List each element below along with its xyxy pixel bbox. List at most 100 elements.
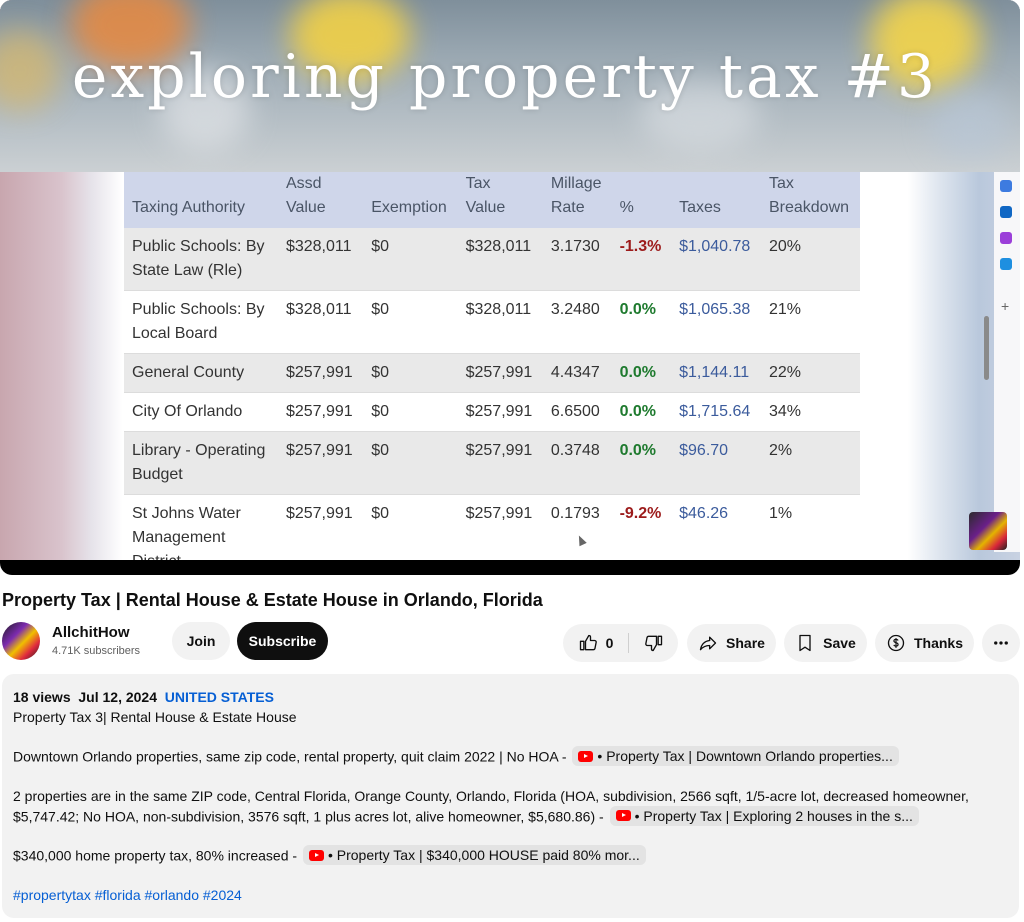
table-cell: $257,991	[277, 353, 364, 393]
banner-title: exploring property tax #3	[71, 42, 939, 112]
description-paragraph: 2 properties are in the same ZIP code, C…	[13, 786, 1008, 827]
video-player[interactable]: exploring property tax #3 Taxing Authori…	[0, 0, 1020, 575]
thanks-label: Thanks	[913, 635, 963, 651]
more-actions-button[interactable]	[982, 624, 1020, 662]
hashtags[interactable]: #propertytax #florida #orlando #2024	[13, 885, 1008, 905]
browser-sidebar: +	[994, 172, 1020, 552]
send-icon	[1000, 258, 1012, 270]
view-count: 18 views	[13, 689, 71, 705]
linked-video-chip[interactable]: • Property Tax | Downtown Orlando proper…	[572, 746, 899, 766]
chip-label: • Property Tax | Exploring 2 houses in t…	[634, 807, 913, 824]
chip-label: • Property Tax | $340,000 HOUSE paid 80%…	[327, 847, 640, 863]
description-box[interactable]: 18 views Jul 12, 2024 UNITED STATES Prop…	[2, 674, 1019, 918]
linked-video-chip[interactable]: • Property Tax | Exploring 2 houses in t…	[609, 805, 919, 826]
channel-name[interactable]: AllchitHow	[52, 624, 130, 641]
table-header-row: Taxing Authority Assd Value Exemption Tax Val…	[124, 172, 860, 228]
table-cell: $0	[363, 431, 458, 495]
table-row: Public Schools: By State Law (Rle) $328,01…	[124, 228, 860, 291]
table-cell: $328,011	[277, 228, 364, 291]
table-cell: Public Schools: By Local Board	[124, 290, 278, 354]
share-button[interactable]: Share	[687, 624, 776, 662]
upload-date: Jul 12, 2024	[78, 689, 158, 705]
youtube-icon	[578, 750, 594, 762]
avatar[interactable]	[2, 622, 40, 660]
table-row: General County $257,991 $0 $257,991 4.4347 0.…	[124, 353, 860, 393]
chip-label: • Property Tax | Downtown Orlando proper…	[597, 748, 893, 764]
table-cell: General County	[124, 353, 278, 393]
description-line: Property Tax 3| Rental House & Estate Ho…	[13, 709, 297, 725]
table-cell: $96.70	[671, 431, 761, 495]
table-cell: 0.1793	[542, 494, 612, 560]
table-cell: $1,715.64	[671, 392, 761, 432]
plus-icon: +	[1001, 298, 1010, 314]
table-cell: 3.1730	[542, 228, 612, 291]
location-link[interactable]: UNITED STATES	[165, 689, 274, 705]
table-cell: 21%	[760, 290, 860, 354]
description-paragraph: Downtown Orlando properties, same zip co…	[13, 746, 1008, 767]
subscribe-button[interactable]: Subscribe	[237, 622, 328, 660]
table-header-cell: Assd Value	[277, 172, 364, 228]
table-cell: 3.2480	[542, 290, 612, 354]
youtube-icon	[308, 849, 324, 861]
table-row: Public Schools: By Local Board $328,011 $0 $…	[124, 290, 860, 354]
bookmark-icon	[799, 634, 811, 652]
table-cell: $0	[363, 290, 458, 354]
scrollbar-thumb	[984, 316, 989, 380]
video-banner: exploring property tax #3	[0, 0, 1020, 172]
designer-icon	[1000, 232, 1012, 244]
description-text: Downtown Orlando properties, same zip co…	[13, 748, 567, 765]
table-cell: 0.0%	[611, 392, 672, 432]
table-cell: $257,991	[277, 431, 364, 495]
table-cell: $328,011	[457, 228, 543, 291]
copilot-icon	[1000, 180, 1012, 192]
table-cell: $328,011	[277, 290, 364, 354]
table-cell: $0	[363, 353, 458, 393]
table-cell: 22%	[760, 353, 860, 393]
table-cell: 2%	[760, 431, 860, 495]
channel-watermark	[969, 512, 1007, 550]
like-button[interactable]: 0	[563, 624, 628, 662]
table-cell: $257,991	[457, 353, 543, 393]
table-cell: $328,011	[457, 290, 543, 354]
subscribe-label: Subscribe	[248, 633, 317, 649]
subscriber-count: 4.71K subscribers	[52, 645, 141, 657]
table-header-cell: Millage Rate	[542, 172, 612, 228]
table-cell: $0	[363, 392, 458, 432]
video-frame[interactable]: exploring property tax #3 Taxing Authori…	[0, 0, 1020, 560]
table-cell: $257,991	[457, 494, 543, 560]
thumbs-down-icon	[644, 635, 662, 652]
table-header-cell: %	[611, 172, 672, 228]
description-text: $340,000 home property tax, 80% increase…	[13, 847, 298, 864]
table-body: Public Schools: By State Law (Rle) $328,01…	[124, 228, 860, 560]
save-button[interactable]: Save	[784, 624, 867, 662]
table-cell: City Of Orlando	[124, 392, 278, 432]
table-cell: $0	[363, 494, 458, 560]
thanks-dollar-icon	[887, 634, 905, 652]
table-cell: $46.26	[671, 494, 761, 560]
table-row: St Johns WaterManagementDistrict$257,991…	[124, 494, 860, 560]
video-meta: 18 views Jul 12, 2024 UNITED STATES	[13, 687, 1008, 707]
table-cell: $257,991	[457, 392, 543, 432]
table-cell: 0.3748	[542, 431, 612, 495]
description-paragraph: $340,000 home property tax, 80% increase…	[13, 845, 1008, 866]
linked-video-chip[interactable]: • Property Tax | $340,000 HOUSE paid 80%…	[302, 845, 646, 865]
youtube-icon	[615, 810, 631, 821]
outlook-icon	[1000, 206, 1012, 218]
table-row: City Of Orlando $257,991 $0 $257,991 6.6500 0…	[124, 392, 860, 432]
thanks-button[interactable]: Thanks	[875, 624, 974, 662]
table-cell: Library - Operating Budget	[124, 431, 278, 495]
thumbs-up-icon	[579, 634, 597, 651]
table-cell: $257,991	[277, 494, 364, 560]
table-cell: $1,065.38	[671, 290, 761, 354]
table-cell: 0.0%	[611, 290, 672, 354]
table-cell: 4.4347	[542, 353, 612, 393]
more-horizontal-icon	[994, 641, 1008, 645]
table-header-cell: Taxes	[671, 172, 761, 228]
dislike-button[interactable]	[629, 624, 678, 662]
table-header-cell: Exemption	[363, 172, 458, 228]
table-row: Library - Operating Budget $257,991 $0 $257,…	[124, 431, 860, 495]
table-cell: $0	[363, 228, 458, 291]
join-button[interactable]: Join	[172, 622, 230, 660]
table-cell: St Johns WaterManagementDistrict	[124, 494, 278, 560]
table-header-cell: Tax Breakdown	[760, 172, 860, 228]
